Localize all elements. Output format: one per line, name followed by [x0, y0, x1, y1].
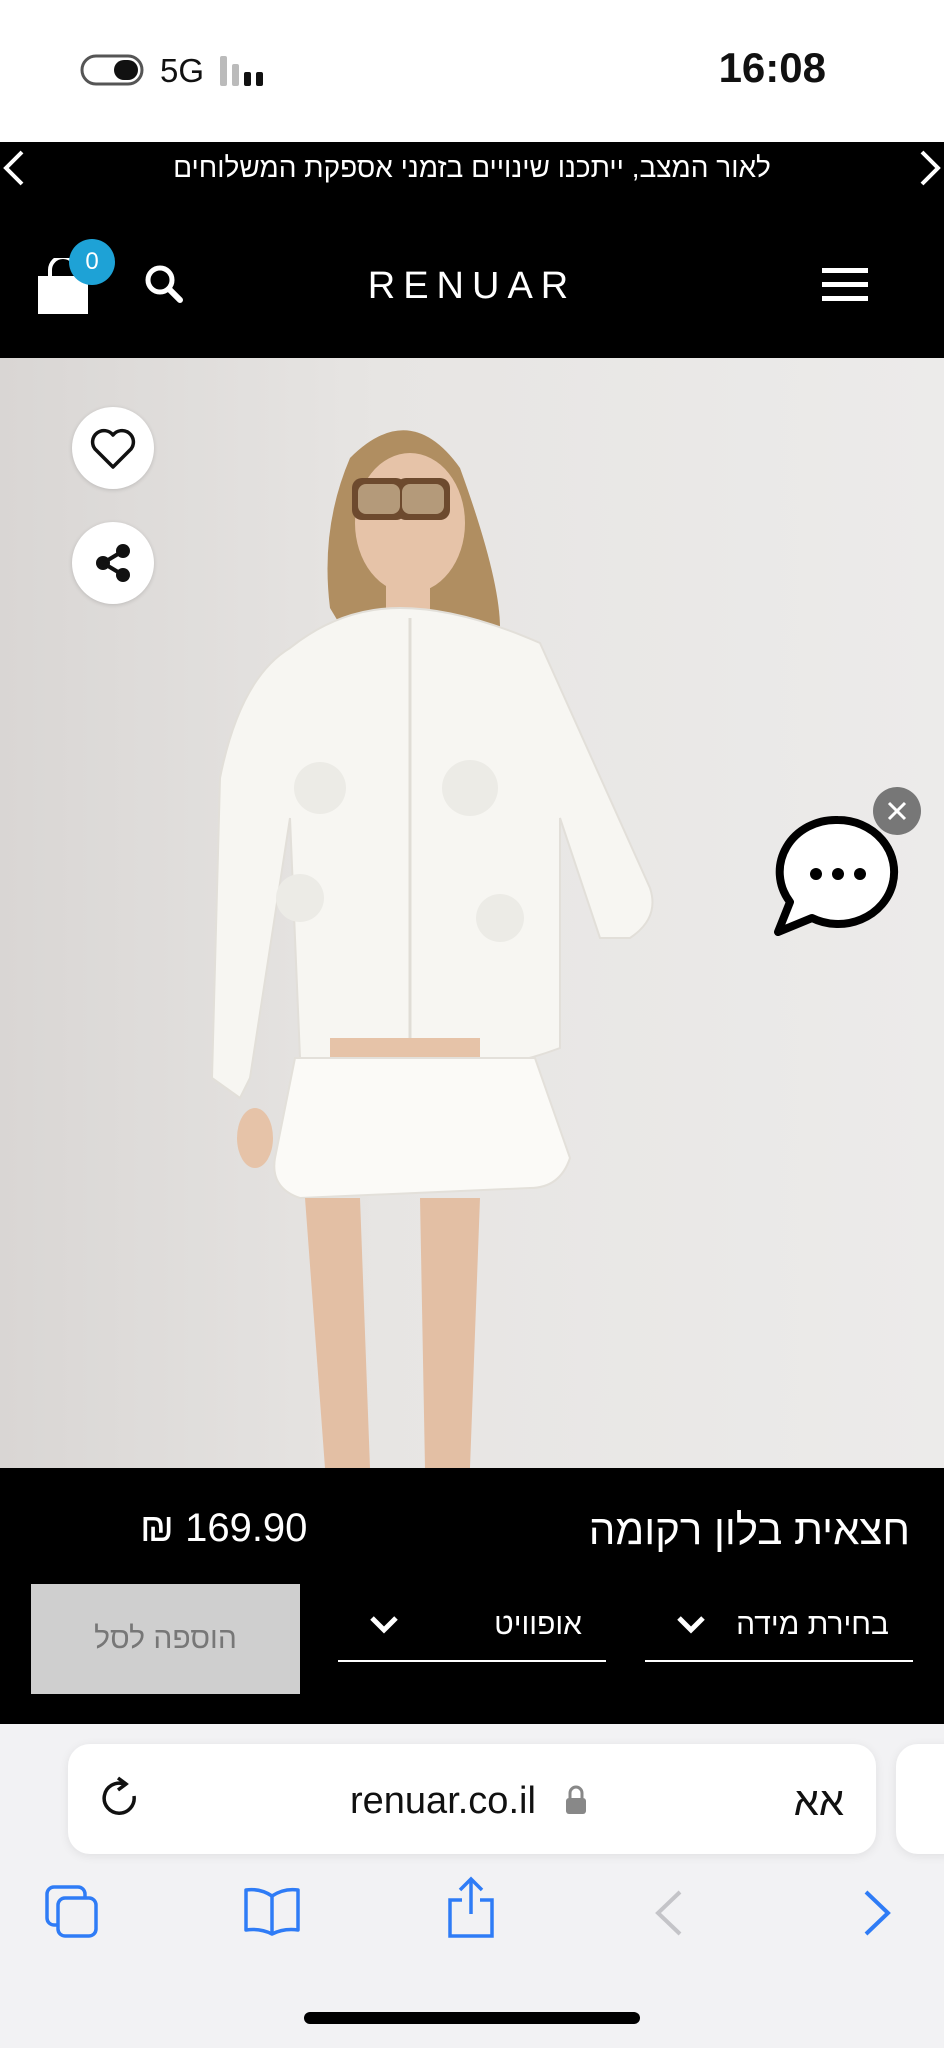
product-price: 169.90 ₪ [140, 1506, 308, 1550]
search-icon[interactable] [144, 264, 184, 304]
heart-icon [90, 428, 136, 469]
menu-icon[interactable] [822, 268, 868, 302]
wishlist-button[interactable] [72, 407, 154, 489]
announcement-next-icon[interactable] [904, 146, 944, 190]
bookmarks-icon[interactable] [242, 1886, 302, 1936]
color-select[interactable]: אופוויט [338, 1584, 606, 1662]
clock: 16:08 [718, 44, 826, 91]
network-label: 5G [160, 52, 205, 89]
share-icon [96, 544, 130, 582]
next-tab-preview[interactable] [896, 1744, 944, 1854]
close-icon[interactable] [872, 786, 922, 836]
status-bar: 5G 16:08 [0, 0, 944, 142]
browser-chrome: renuar.co.il אא [0, 1724, 944, 2048]
reader-aa-button[interactable]: אא [794, 1780, 844, 1825]
reload-icon[interactable] [98, 1776, 142, 1822]
product-image[interactable] [0, 358, 944, 1468]
cart-count-badge: 0 [69, 239, 115, 285]
home-indicator [304, 2012, 640, 2024]
announcement-bar: לאור המצב, ייתכנו שינויים בזמני אספקת המ… [0, 142, 944, 194]
product-info-panel: חצאית בלון רקומה 169.90 ₪ בחירת מידה אופ… [0, 1468, 944, 1724]
battery-toggle-icon [80, 54, 144, 86]
tabs-icon[interactable] [44, 1884, 100, 1940]
renuar-logo[interactable]: RENUAR [300, 266, 644, 302]
back-icon[interactable] [652, 1888, 686, 1938]
share-sheet-icon[interactable] [446, 1876, 496, 1940]
size-select[interactable]: בחירת מידה [645, 1584, 913, 1662]
chevron-down-icon [677, 1616, 705, 1634]
product-title: חצאית בלון רקומה [588, 1506, 910, 1553]
color-select-label: אופוויט [494, 1608, 582, 1641]
add-to-cart-button[interactable]: הוספה לסל [31, 1584, 300, 1694]
url-text[interactable]: renuar.co.il [350, 1780, 536, 1823]
share-button[interactable] [72, 522, 154, 604]
forward-icon[interactable] [860, 1888, 894, 1938]
site-header: 0 RENUAR [0, 194, 944, 358]
signal-icon [220, 56, 263, 86]
cart-button[interactable]: 0 [36, 239, 126, 326]
chevron-down-icon [370, 1616, 398, 1634]
lock-icon [566, 1785, 586, 1814]
size-select-label: בחירת מידה [736, 1608, 889, 1641]
address-bar[interactable]: renuar.co.il אא [68, 1744, 876, 1854]
logo-text: RENUAR [368, 266, 576, 302]
announcement-text: לאור המצב, ייתכנו שינויים בזמני אספקת המ… [173, 152, 771, 183]
